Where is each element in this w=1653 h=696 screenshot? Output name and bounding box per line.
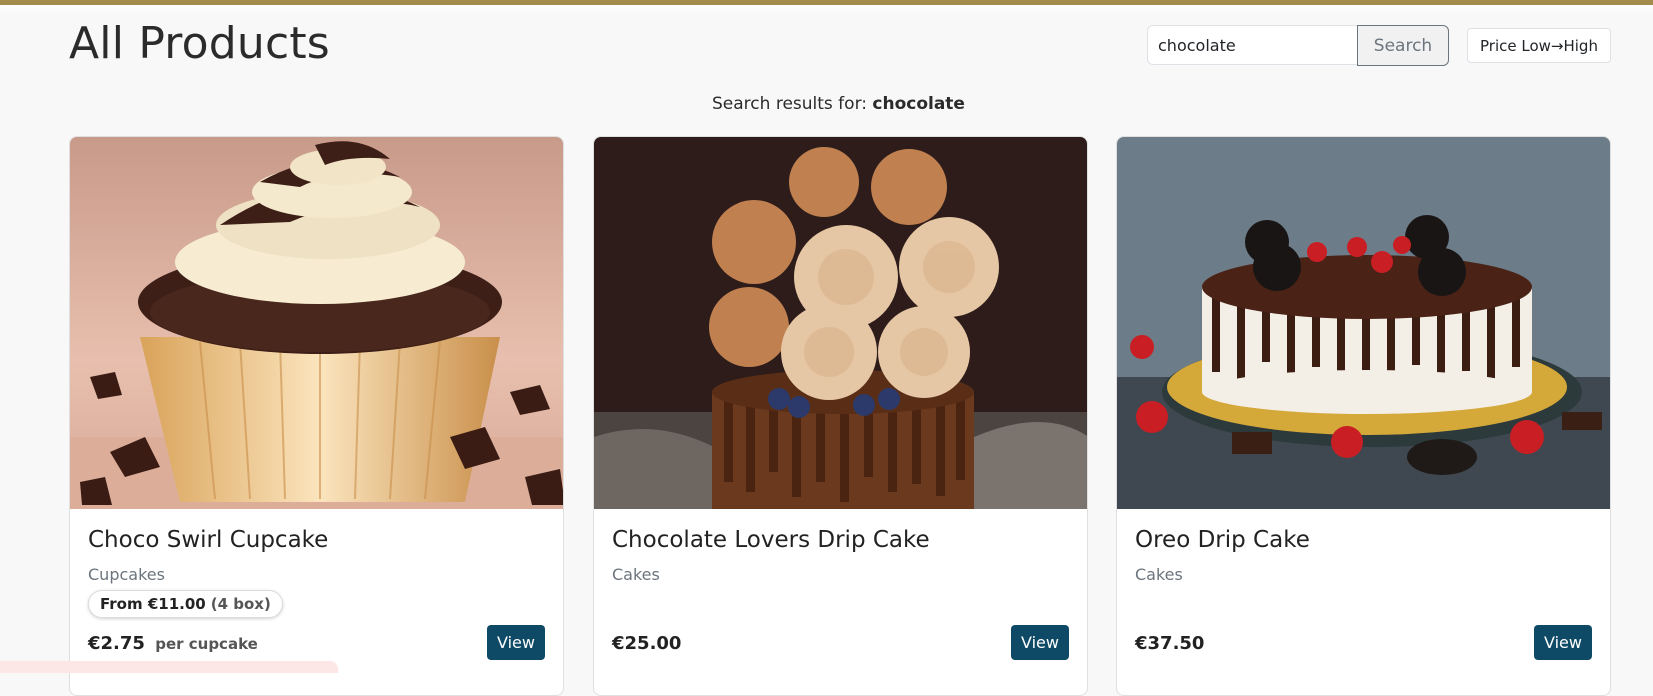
product-category: Cakes: [612, 565, 660, 584]
product-category: Cupcakes: [88, 565, 165, 584]
page-title: All Products: [69, 18, 330, 69]
product-card[interactable]: Choco Swirl Cupcake Cupcakes From €11.00…: [69, 136, 564, 696]
notification-toast: [0, 661, 338, 673]
product-card[interactable]: Chocolate Lovers Drip Cake Cakes €25.00 …: [593, 136, 1088, 696]
search-input[interactable]: [1147, 25, 1357, 65]
view-button[interactable]: View: [1011, 625, 1069, 660]
price-value: €37.50: [1135, 633, 1205, 654]
product-image-cupcake[interactable]: [70, 137, 563, 509]
product-name: Chocolate Lovers Drip Cake: [612, 527, 930, 553]
search-button[interactable]: Search: [1357, 25, 1449, 66]
bundle-size: (4 box): [210, 595, 271, 613]
view-button[interactable]: View: [1534, 625, 1592, 660]
price-unit: per cupcake: [155, 635, 258, 653]
search-results-label: Search results for: chocolate: [0, 94, 1653, 114]
search-form: Search: [1147, 25, 1449, 66]
header-shadow: [0, 5, 1653, 15]
product-image-chocolate-lovers-cake[interactable]: [594, 137, 1087, 509]
product-name: Choco Swirl Cupcake: [88, 527, 329, 553]
bundle-price: From €11.00: [100, 595, 206, 613]
bundle-price-badge: From €11.00 (4 box): [88, 590, 283, 618]
view-button[interactable]: View: [487, 625, 545, 660]
product-price: €37.50: [1135, 633, 1204, 654]
product-name: Oreo Drip Cake: [1135, 527, 1310, 553]
sort-select[interactable]: Price Low→High: [1467, 28, 1611, 63]
price-value: €25.00: [612, 633, 682, 654]
product-category: Cakes: [1135, 565, 1183, 584]
search-results-prefix: Search results for:: [712, 94, 867, 114]
search-results-query: chocolate: [872, 94, 965, 114]
product-card[interactable]: Oreo Drip Cake Cakes €37.50 View: [1116, 136, 1611, 696]
product-image-oreo-cake[interactable]: [1117, 137, 1610, 509]
product-price: €2.75 per cupcake: [88, 633, 258, 654]
product-price: €25.00: [612, 633, 681, 654]
price-value: €2.75: [88, 633, 145, 654]
